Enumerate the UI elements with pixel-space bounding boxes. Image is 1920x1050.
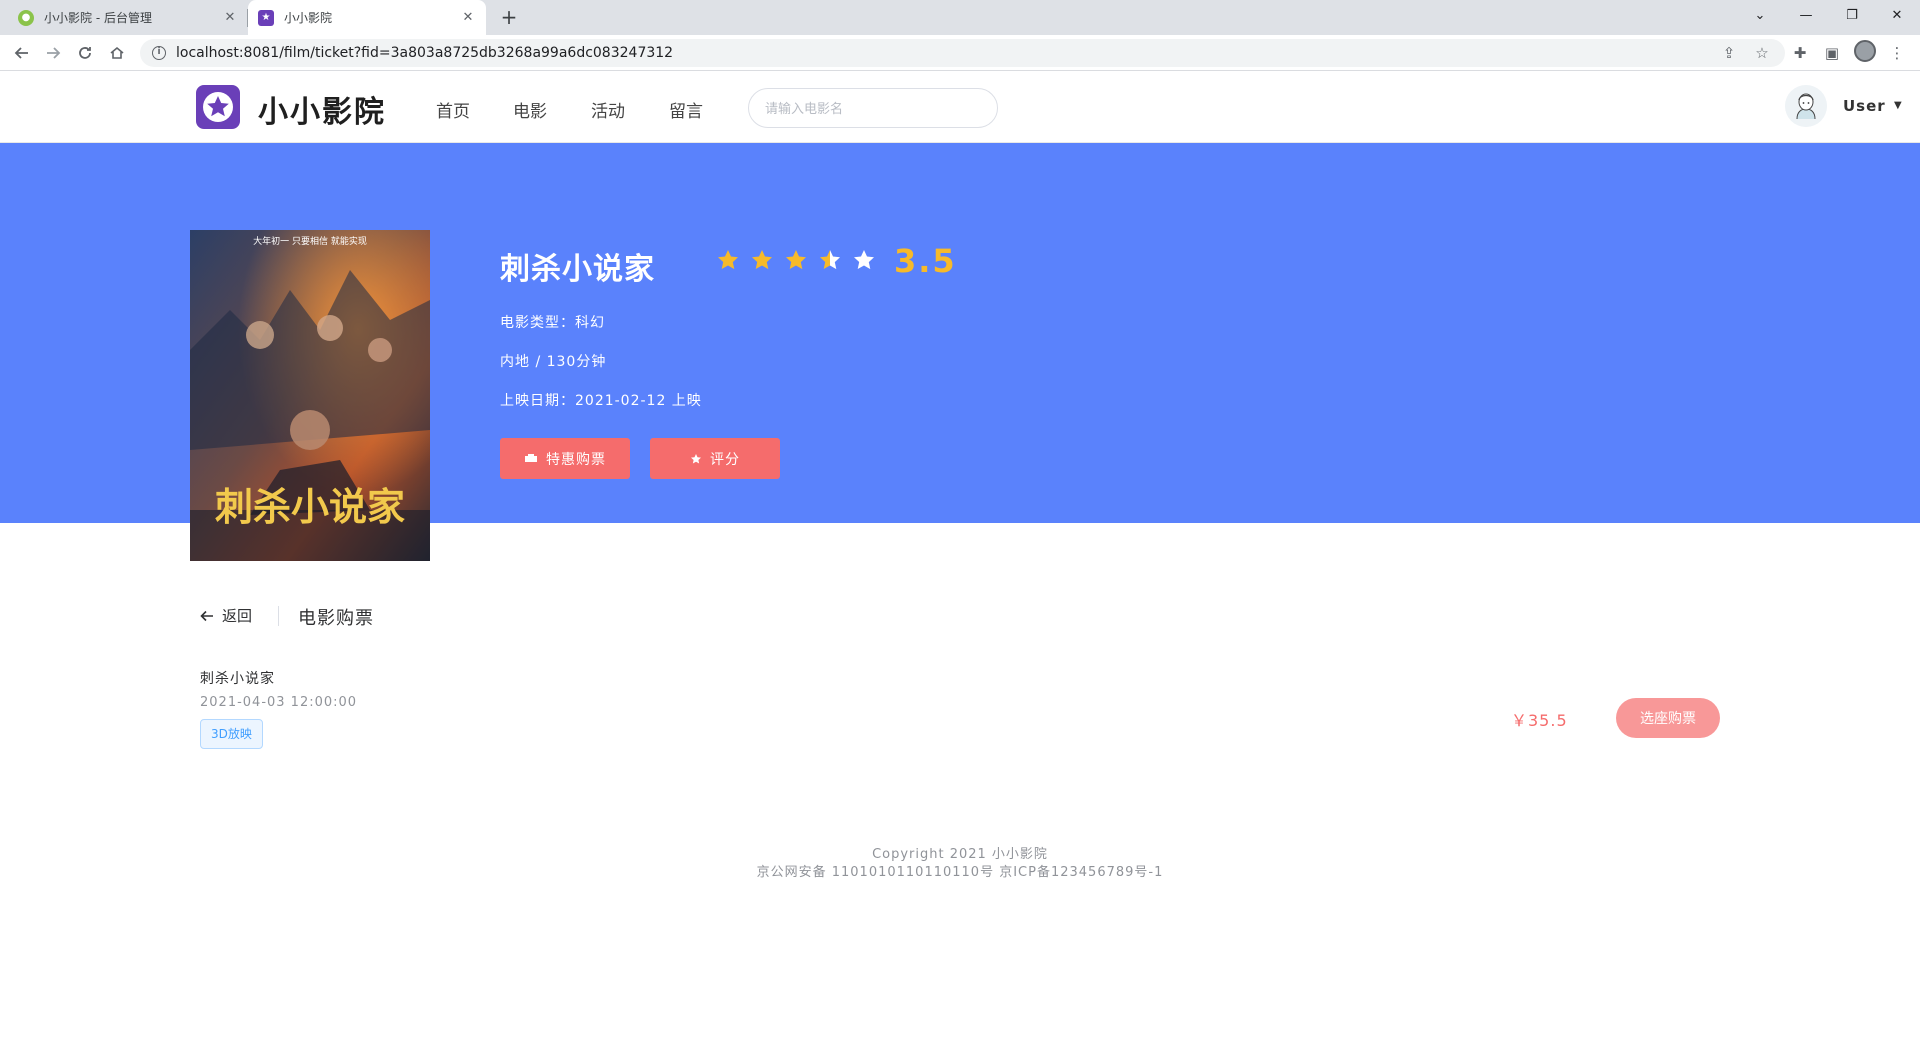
buy-ticket-label: 特惠购票 [546, 451, 606, 468]
nav-activities[interactable]: 活动 [591, 97, 625, 122]
close-icon[interactable]: ✕ [460, 10, 476, 25]
star-logo-icon: ★ [258, 9, 274, 26]
star-empty-icon [854, 250, 874, 270]
poster-tagline: 大年初一 只要相信 就能实现 [253, 235, 367, 247]
ticket-price: ￥35.5 [1511, 711, 1568, 730]
bookmark-star-icon[interactable]: ☆ [1750, 41, 1774, 65]
browser-tab-cinema[interactable]: ★ 小小影院 ✕ [248, 0, 486, 35]
restore-icon[interactable]: ❐ [1829, 0, 1875, 30]
ticket-showtime: 2021-04-03 12:00:00 [200, 695, 358, 710]
film-region-duration: 内地 / 130分钟 [500, 354, 607, 370]
minimize-icon[interactable]: — [1783, 0, 1829, 30]
share-icon[interactable]: ⇪ [1717, 41, 1741, 65]
film-poster: 大年初一 只要相信 就能实现 刺杀小说家 [190, 230, 430, 561]
nav-home[interactable]: 首页 [436, 97, 470, 122]
nav-movies[interactable]: 电影 [513, 97, 547, 122]
tab-title: 小小影院 - 后台管理 [44, 11, 152, 25]
close-icon[interactable]: ✕ [222, 10, 238, 25]
rating-score: 3.5 [894, 242, 957, 280]
star-full-icon [718, 250, 738, 270]
side-panel-icon[interactable]: ▣ [1820, 41, 1844, 65]
star-half-icon [820, 250, 840, 270]
new-tab-plus-icon[interactable]: + [498, 6, 520, 28]
page-title: 电影购票 [298, 608, 374, 629]
browser-toolbar: i localhost:8081/film/ticket?fid=3a803a8… [0, 35, 1920, 71]
reload-icon[interactable] [73, 41, 97, 65]
site-logo-icon[interactable] [196, 85, 240, 129]
site-footer: Copyright 2021 小小影院 京公网安备 11010101101101… [0, 846, 1920, 882]
buy-ticket-button[interactable]: 特惠购票 [500, 438, 630, 479]
caret-down-icon[interactable]: ▼ [1894, 100, 1902, 111]
poster-title: 刺杀小说家 [215, 484, 405, 529]
back-label: 返回 [222, 607, 253, 625]
menu-dots-icon[interactable]: ⋮ [1885, 41, 1909, 65]
user-name[interactable]: User [1843, 97, 1886, 115]
nav-messages[interactable]: 留言 [669, 97, 703, 122]
forward-arrow-icon[interactable] [41, 41, 65, 65]
arrow-left-icon [200, 610, 213, 621]
footer-copyright: Copyright 2021 小小影院 [872, 847, 1048, 862]
leaf-icon: ● [18, 9, 34, 26]
user-avatar[interactable] [1785, 85, 1827, 127]
site-logo-text[interactable]: 小小影院 [258, 87, 386, 131]
star-full-icon [786, 250, 806, 270]
url-text: localhost:8081/film/ticket?fid=3a803a872… [176, 45, 674, 61]
movie-search-input[interactable] [748, 88, 998, 128]
browser-tab-admin[interactable]: ● 小小影院 - 后台管理 ✕ [8, 0, 248, 35]
ticket-film-name: 刺杀小说家 [200, 671, 275, 687]
tab-search-chevron-icon[interactable]: ⌄ [1737, 0, 1783, 30]
window-close-icon[interactable]: ✕ [1874, 0, 1920, 30]
ticket-icon [525, 453, 537, 462]
film-title: 刺杀小说家 [500, 252, 655, 287]
browser-tabbar: ● 小小影院 - 后台管理 ✕ ★ 小小影院 ✕ + ⌄ — ❐ ✕ [0, 0, 1920, 35]
rate-label: 评分 [710, 451, 740, 468]
rating-stars [716, 248, 876, 272]
tab-title: 小小影院 [284, 11, 333, 25]
footer-license: 京公网安备 1101010110110110号 京ICP备123456789号-… [756, 865, 1164, 880]
site-header: 小小影院 首页 电影 活动 留言 User ▼ [0, 71, 1920, 143]
screening-type-tag: 3D放映 [200, 719, 263, 749]
back-button[interactable]: 返回 [200, 605, 252, 626]
film-release-date: 上映日期：2021-02-12 上映 [500, 393, 702, 409]
select-seat-button[interactable]: 选座购票 [1616, 698, 1720, 738]
extensions-puzzle-icon[interactable]: ✚ [1788, 41, 1812, 65]
rate-button[interactable]: 评分 [650, 438, 780, 479]
home-icon[interactable] [105, 41, 129, 65]
page-header-divider [278, 606, 279, 626]
back-arrow-icon[interactable] [10, 41, 34, 65]
star-full-icon [752, 250, 772, 270]
star-icon [691, 453, 701, 464]
site-info-icon[interactable]: i [152, 46, 166, 60]
address-bar[interactable]: i localhost:8081/film/ticket?fid=3a803a8… [140, 39, 1785, 67]
film-genre: 电影类型：科幻 [500, 315, 605, 331]
browser-profile-avatar[interactable] [1854, 40, 1876, 62]
